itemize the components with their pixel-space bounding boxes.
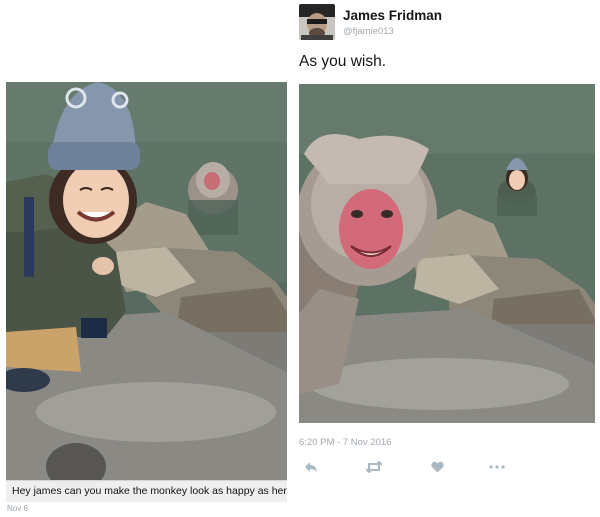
display-name[interactable]: James Fridman [343,8,442,23]
monkey-in-water [188,162,238,235]
original-photo [6,82,287,502]
photo-caption: Hey james can you make the monkey look a… [6,480,287,502]
retweet-icon [366,461,382,473]
retweet-button[interactable] [362,456,386,478]
tweet-actions [299,456,509,478]
user-handle[interactable]: @fjamie013 [343,26,394,37]
avatar[interactable] [299,4,335,40]
edited-photo[interactable] [299,84,595,423]
like-button[interactable] [425,456,449,478]
tweet-timestamp[interactable]: 6:20 PM - 7 Nov 2016 [299,437,391,448]
caption-date: Nov 6 [7,504,28,513]
reply-button[interactable] [299,456,323,478]
more-button[interactable] [485,456,509,478]
reply-icon [305,462,317,472]
more-icon [489,465,505,469]
like-icon [430,461,444,473]
tweet-text: As you wish. [299,53,387,70]
